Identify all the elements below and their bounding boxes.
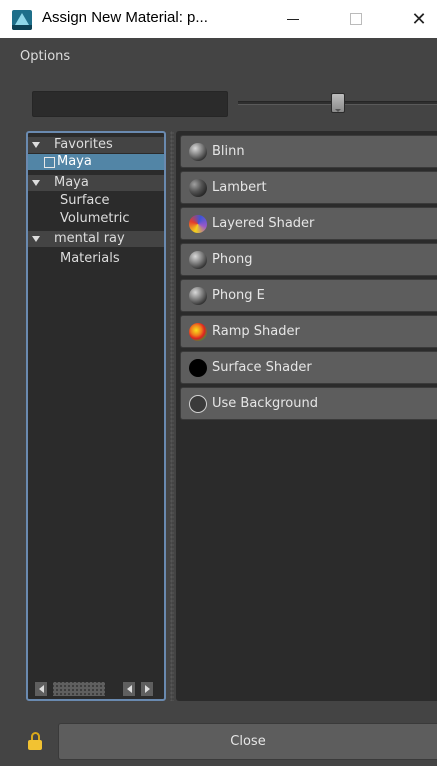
menu-bar: Options (0, 38, 437, 70)
window-close-button[interactable]: ✕ (396, 0, 437, 38)
category-tree: Favorites Maya Maya Surface Volumetric m… (26, 131, 166, 701)
scroll-left-icon[interactable] (34, 681, 48, 697)
scroll-left-icon[interactable] (122, 681, 136, 697)
blinn-sphere-icon (189, 143, 207, 161)
material-button-layered-shader[interactable]: Layered Shader (180, 207, 437, 240)
search-input[interactable] (32, 91, 228, 117)
tree-item-favorites[interactable]: Favorites (28, 137, 164, 153)
menu-options[interactable]: Options (20, 49, 70, 64)
tree-item-favorites-maya[interactable]: Maya (28, 154, 164, 170)
phong-e-sphere-icon (189, 287, 207, 305)
material-list: Blinn Lambert Layered Shader Phong Phong… (176, 131, 437, 701)
icon-size-slider-handle[interactable] (331, 93, 345, 113)
material-button-use-background[interactable]: Use Background (180, 387, 437, 420)
minimize-button[interactable] (270, 0, 316, 38)
lock-icon[interactable] (28, 732, 42, 750)
maya-app-icon (12, 10, 32, 30)
material-button-phong[interactable]: Phong (180, 243, 437, 276)
lambert-sphere-icon (189, 179, 207, 197)
surface-shader-sphere-icon (189, 359, 207, 377)
tree-item-volumetric[interactable]: Volumetric (28, 211, 164, 227)
use-background-sphere-icon (189, 395, 207, 413)
collapse-triangle-icon[interactable] (32, 180, 40, 186)
tree-item-materials[interactable]: Materials (28, 251, 164, 267)
tree-item-mental-ray[interactable]: mental ray (28, 231, 164, 247)
material-button-lambert[interactable]: Lambert (180, 171, 437, 204)
maximize-button[interactable] (333, 0, 379, 38)
checkbox-icon[interactable] (44, 157, 55, 168)
collapse-triangle-icon[interactable] (32, 142, 40, 148)
ramp-shader-sphere-icon (189, 323, 207, 341)
phong-sphere-icon (189, 251, 207, 269)
close-button[interactable]: Close (58, 723, 437, 760)
tree-item-surface[interactable]: Surface (28, 193, 164, 209)
scroll-right-icon[interactable] (140, 681, 154, 697)
tree-horizontal-scrollbar[interactable] (30, 681, 162, 697)
title-bar: Assign New Material: p... ✕ (0, 0, 437, 38)
collapse-triangle-icon[interactable] (32, 236, 40, 242)
material-button-phong-e[interactable]: Phong E (180, 279, 437, 312)
window-title: Assign New Material: p... (42, 9, 208, 26)
material-button-blinn[interactable]: Blinn (180, 135, 437, 168)
layered-shader-sphere-icon (189, 215, 207, 233)
scrollbar-thumb[interactable] (52, 681, 106, 697)
panel-splitter-handle[interactable] (170, 131, 174, 701)
material-button-ramp-shader[interactable]: Ramp Shader (180, 315, 437, 348)
tree-item-maya[interactable]: Maya (28, 175, 164, 191)
material-button-surface-shader[interactable]: Surface Shader (180, 351, 437, 384)
